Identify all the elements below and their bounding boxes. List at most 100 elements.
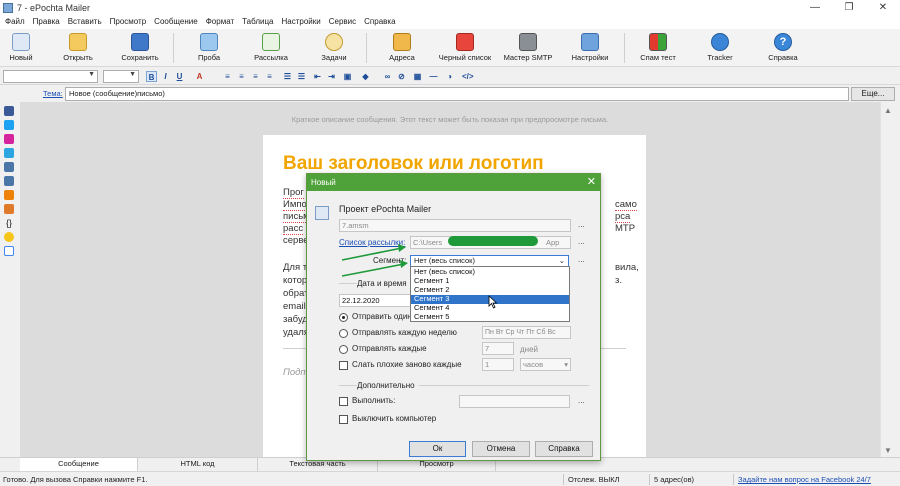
fill-color-icon[interactable]: ◆ [360, 71, 371, 82]
bulleted-list-icon[interactable]: ☰ [282, 71, 293, 82]
minimize-button[interactable]: — [798, 0, 832, 16]
tracker-button[interactable]: Tracker [689, 31, 751, 65]
help-button[interactable]: ? Справка [752, 31, 814, 65]
subject-label[interactable]: Тема: [43, 89, 63, 98]
image-icon[interactable]: ▣ [342, 71, 353, 82]
body-text: расс [283, 223, 304, 235]
horizontal-rule-icon[interactable]: — [428, 71, 439, 82]
send-button[interactable]: Рассылка [240, 31, 302, 65]
align-right-icon[interactable]: ≡ [250, 71, 261, 82]
test-button[interactable]: Проба [178, 31, 240, 65]
resend-value-field[interactable]: 1 [482, 358, 514, 371]
dialog-help-button[interactable]: Справка [535, 441, 593, 457]
align-center-icon[interactable]: ≡ [236, 71, 247, 82]
font-color-button[interactable]: A [194, 71, 205, 82]
vertical-scrollbar[interactable]: ▲ ▼ [880, 102, 896, 457]
google-icon[interactable] [4, 246, 14, 256]
italic-button[interactable]: I [160, 71, 171, 82]
menu-table[interactable]: Таблица [242, 16, 273, 29]
menu-settings[interactable]: Настройки [282, 16, 321, 29]
execute-checkbox[interactable] [339, 397, 348, 406]
font-size-select[interactable]: ▼ [103, 70, 139, 83]
bold-button[interactable]: B [146, 71, 157, 82]
segment-option[interactable]: Сегмент 5 [411, 312, 569, 322]
group-line [339, 385, 357, 386]
underline-button[interactable]: U [174, 71, 185, 82]
scroll-down-icon[interactable]: ▼ [884, 446, 892, 455]
maximize-button[interactable]: ❐ [832, 0, 866, 16]
close-icon[interactable]: ✕ [587, 175, 596, 189]
tab-message[interactable]: Сообщение [20, 458, 138, 471]
outdent-icon[interactable]: ⇤ [312, 71, 323, 82]
spam-test-button[interactable]: Спам тест [627, 31, 689, 65]
menu-insert[interactable]: Вставить [68, 16, 102, 29]
numbered-list-icon[interactable]: ☰ [296, 71, 307, 82]
open-button[interactable]: Открыть [47, 31, 109, 65]
facebook-icon[interactable] [4, 106, 14, 116]
list-browse-button[interactable]: ... [578, 237, 585, 246]
segment-browse-button[interactable]: ... [578, 255, 585, 264]
link-icon[interactable]: ∞ [382, 71, 393, 82]
menu-service[interactable]: Сервис [329, 16, 356, 29]
align-left-icon[interactable]: ≡ [222, 71, 233, 82]
subject-input[interactable]: Новое (сообщение)письмо) [65, 87, 849, 101]
instagram-icon[interactable] [4, 134, 14, 144]
every-value-field[interactable]: 7 [482, 342, 514, 355]
social-bar: {} [0, 102, 20, 457]
date-field[interactable]: 22.12.2020 [339, 294, 415, 307]
send-once-radio[interactable] [339, 313, 348, 322]
twitter-icon[interactable] [4, 120, 14, 130]
save-button[interactable]: Сохранить [109, 31, 171, 65]
scroll-up-icon[interactable]: ▲ [884, 106, 892, 115]
settings-button[interactable]: Настройки [559, 31, 621, 65]
execute-field[interactable] [459, 395, 570, 408]
attachment-icon[interactable]: ⊘ [396, 71, 407, 82]
facebook-link[interactable]: Задайте нам вопрос на Facebook 24/7 [738, 475, 871, 484]
resend-unit-select[interactable]: часов ▾ [520, 358, 571, 371]
menu-message[interactable]: Сообщение [154, 16, 198, 29]
menu-format[interactable]: Формат [206, 16, 234, 29]
body-text: Прог [283, 187, 304, 199]
every-radio[interactable] [339, 345, 348, 354]
signature-text: Подп [283, 367, 306, 378]
addresses-button[interactable]: Адреса [371, 31, 433, 65]
table-icon[interactable]: ▦ [412, 71, 423, 82]
weekly-radio[interactable] [339, 329, 348, 338]
smiley-icon[interactable] [4, 232, 14, 242]
execute-browse-button[interactable]: ... [578, 396, 585, 405]
indent-icon[interactable]: ⇥ [326, 71, 337, 82]
resend-bad-checkbox[interactable] [339, 361, 348, 370]
ok-button[interactable]: Ок [409, 441, 466, 457]
project-field[interactable]: 7.amsm [339, 219, 571, 232]
day-sun: Вс [547, 329, 556, 336]
cancel-button[interactable]: Отмена [472, 441, 530, 457]
tasks-button[interactable]: Задачи [303, 31, 365, 65]
color-palette-icon[interactable]: ◑ [444, 71, 455, 82]
day-fri: Пт [526, 329, 535, 336]
project-browse-button[interactable]: ... [578, 220, 585, 229]
tab-html[interactable]: HTML код [138, 458, 258, 471]
telegram-icon[interactable] [4, 148, 14, 158]
day-sat: Сб [536, 329, 546, 336]
vk-alt-icon[interactable] [4, 176, 14, 186]
vk-icon[interactable] [4, 162, 14, 172]
smtp-wizard-button[interactable]: Мастер SMTP [497, 31, 559, 65]
close-window-button[interactable]: ✕ [866, 0, 900, 16]
code-icon[interactable]: </> [462, 71, 474, 82]
window-controls: — ❐ ✕ [798, 0, 900, 16]
blacklist-button[interactable]: Черный список [434, 31, 496, 65]
font-name-select[interactable]: ▼ [3, 70, 98, 83]
menu-edit[interactable]: Правка [33, 16, 60, 29]
weekdays-field[interactable]: Пн Вт Ср Чт Пт Сб Вс [482, 326, 571, 339]
justify-icon[interactable]: ≡ [264, 71, 275, 82]
braces-icon[interactable]: {} [4, 218, 14, 228]
odnoklassniki-icon[interactable] [4, 190, 14, 200]
more-button[interactable]: Еще... [851, 87, 895, 101]
shutdown-label: Выключить компьютер [352, 414, 437, 423]
new-button[interactable]: Новый [0, 31, 52, 65]
menu-view[interactable]: Просмотр [110, 16, 147, 29]
mail-icon[interactable] [4, 204, 14, 214]
menu-help[interactable]: Справка [364, 16, 395, 29]
menu-file[interactable]: Файл [5, 16, 25, 29]
shutdown-checkbox[interactable] [339, 415, 348, 424]
